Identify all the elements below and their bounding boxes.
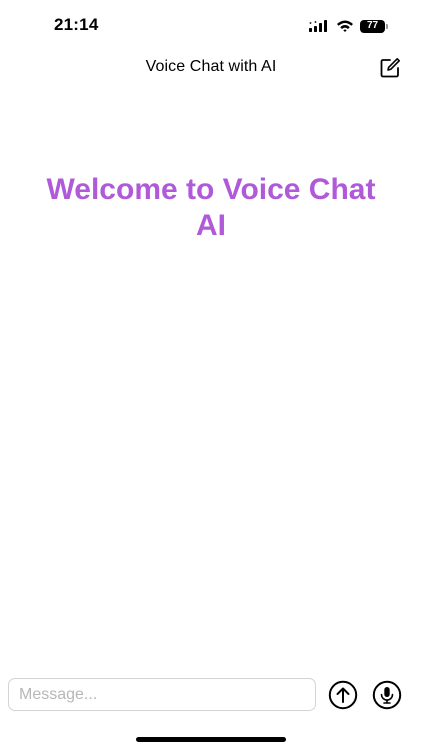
cellular-signal-icon [309, 20, 327, 32]
microphone-circle-icon [372, 680, 402, 710]
battery-level: 77 [360, 19, 385, 33]
status-bar: 21:14 77 [0, 0, 422, 50]
microphone-button[interactable] [372, 680, 402, 710]
wifi-icon [337, 20, 353, 32]
message-input[interactable] [8, 678, 316, 711]
compose-icon [380, 58, 400, 78]
send-button[interactable] [328, 680, 358, 710]
home-indicator[interactable] [136, 737, 286, 742]
welcome-heading: Welcome to Voice Chat AI [46, 173, 376, 242]
page-title: Voice Chat with AI [145, 58, 277, 75]
status-time: 21:14 [54, 15, 99, 34]
arrow-up-circle-icon [328, 680, 358, 710]
nav-bar: Voice Chat with AI [0, 50, 422, 86]
message-composer [0, 676, 422, 716]
compose-button[interactable] [378, 56, 402, 80]
battery-icon: 77 [360, 19, 388, 33]
battery-cap [386, 23, 388, 29]
status-icons: 77 [308, 16, 388, 36]
